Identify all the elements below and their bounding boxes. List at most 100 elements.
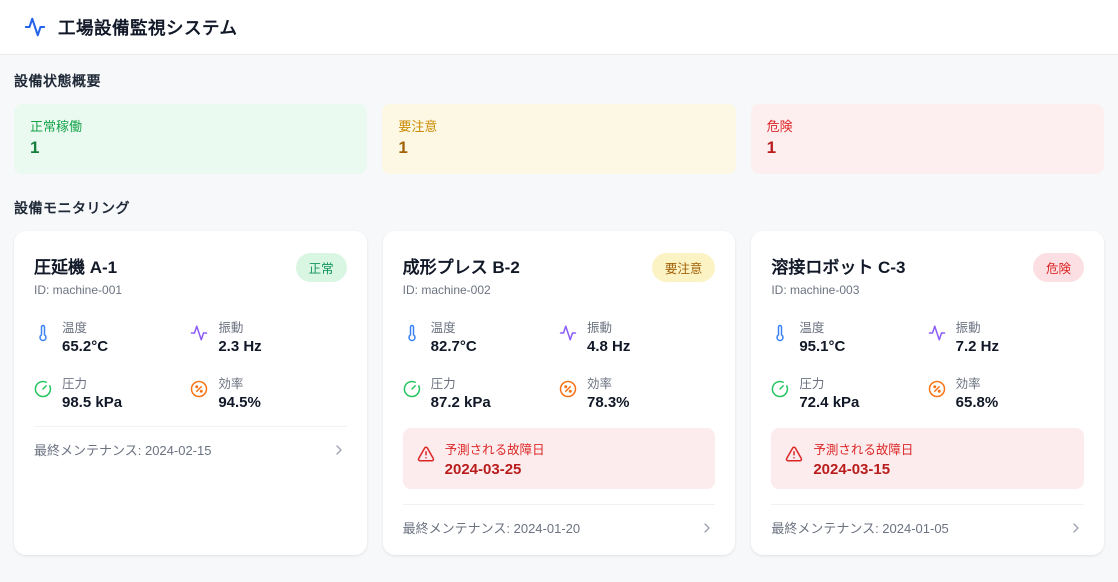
machine-card-header: 成形プレス B-2 ID: machine-002 要注意 bbox=[403, 253, 716, 297]
alert-triangle-icon bbox=[785, 445, 803, 468]
metric-pressure: 圧力 87.2 kPa bbox=[403, 373, 559, 411]
metric-label: 振動 bbox=[586, 321, 612, 335]
metric-vibration: 振動 2.3 Hz bbox=[190, 317, 346, 355]
metric-value: 7.2 Hz bbox=[955, 338, 1000, 355]
metric-vibration: 振動 7.2 Hz bbox=[928, 317, 1084, 355]
machine-name: 成形プレス B-2 bbox=[402, 258, 520, 277]
gauge-icon bbox=[34, 380, 52, 398]
metric-value: 78.3% bbox=[586, 394, 630, 411]
summary-label: 要注意 bbox=[398, 119, 438, 134]
status-badge: 正常 bbox=[295, 253, 347, 282]
metric-temperature: 温度 65.2°C bbox=[34, 317, 190, 355]
metric-label: 温度 bbox=[799, 321, 825, 335]
maintenance-row[interactable]: 最終メンテナンス: 2024-01-20 bbox=[402, 504, 716, 537]
machine-name: 圧延機 A-1 bbox=[34, 258, 118, 277]
metric-label: 効率 bbox=[586, 377, 612, 391]
machine-id: ID: machine-002 bbox=[402, 283, 491, 297]
failure-label: 予測される故障日 bbox=[444, 443, 545, 457]
metric-label: 温度 bbox=[430, 321, 456, 335]
machine-card-c3[interactable]: 溶接ロボット C-3 ID: machine-003 危険 温度 95.1°C bbox=[751, 231, 1104, 555]
metrics-grid: 温度 82.7°C 振動 4.8 Hz 圧力 87.2 kPa 効率 78.3% bbox=[403, 317, 716, 411]
summary-value: 1 bbox=[30, 138, 40, 157]
metric-label: 圧力 bbox=[62, 377, 88, 391]
summary-card-caution: 要注意 1 bbox=[382, 104, 736, 174]
thermometer-icon bbox=[403, 324, 421, 342]
machine-card-a1[interactable]: 圧延機 A-1 ID: machine-001 正常 温度 65.2°C 振動 … bbox=[14, 231, 367, 555]
gauge-icon bbox=[771, 380, 789, 398]
activity-icon bbox=[559, 324, 577, 342]
metric-value: 65.8% bbox=[955, 394, 999, 411]
metric-efficiency: 効率 78.3% bbox=[559, 373, 715, 411]
activity-logo-icon bbox=[24, 16, 46, 38]
metric-vibration: 振動 4.8 Hz bbox=[559, 317, 715, 355]
failure-label: 予測される故障日 bbox=[813, 443, 914, 457]
machine-name: 溶接ロボット C-3 bbox=[771, 258, 906, 277]
summary-card-danger: 危険 1 bbox=[750, 104, 1104, 174]
summary-label: 危険 bbox=[766, 119, 793, 134]
metric-label: 効率 bbox=[955, 377, 981, 391]
machine-id: ID: machine-003 bbox=[771, 283, 860, 297]
metric-value: 72.4 kPa bbox=[799, 394, 860, 411]
metrics-grid: 温度 95.1°C 振動 7.2 Hz 圧力 72.4 kPa 効率 65.8% bbox=[771, 317, 1084, 411]
summary-value: 1 bbox=[398, 138, 408, 157]
overview-section-title: 設備状態概要 bbox=[14, 73, 101, 89]
metric-label: 温度 bbox=[62, 321, 88, 335]
percent-circle-icon bbox=[559, 380, 577, 398]
machine-cards-grid: 圧延機 A-1 ID: machine-001 正常 温度 65.2°C 振動 … bbox=[14, 231, 1104, 555]
maintenance-row[interactable]: 最終メンテナンス: 2024-01-05 bbox=[771, 504, 1084, 537]
failure-prediction-box: 予測される故障日 2024-03-25 bbox=[402, 428, 716, 489]
failure-date: 2024-03-25 bbox=[444, 461, 522, 478]
alert-triangle-icon bbox=[417, 445, 435, 468]
metric-value: 65.2°C bbox=[62, 338, 109, 355]
app-header: 工場設備監視システム bbox=[0, 0, 1118, 55]
chevron-right-icon bbox=[331, 442, 347, 458]
metric-value: 87.2 kPa bbox=[430, 394, 491, 411]
metric-label: 効率 bbox=[218, 377, 244, 391]
activity-icon bbox=[928, 324, 946, 342]
percent-circle-icon bbox=[190, 380, 208, 398]
status-badge: 危険 bbox=[1032, 253, 1084, 282]
failure-date: 2024-03-15 bbox=[813, 461, 891, 478]
monitoring-section-title: 設備モニタリング bbox=[14, 200, 130, 216]
metric-pressure: 圧力 72.4 kPa bbox=[771, 373, 927, 411]
metric-label: 振動 bbox=[218, 321, 244, 335]
metric-value: 82.7°C bbox=[430, 338, 477, 355]
metric-efficiency: 効率 65.8% bbox=[928, 373, 1084, 411]
summary-value: 1 bbox=[766, 138, 777, 157]
metric-label: 圧力 bbox=[799, 377, 825, 391]
chevron-right-icon bbox=[699, 520, 715, 536]
thermometer-icon bbox=[771, 324, 789, 342]
metric-temperature: 温度 82.7°C bbox=[403, 317, 559, 355]
metric-temperature: 温度 95.1°C bbox=[771, 317, 927, 355]
metric-label: 圧力 bbox=[430, 377, 456, 391]
summary-card-normal: 正常稼働 1 bbox=[14, 104, 368, 174]
metric-value: 94.5% bbox=[218, 394, 261, 411]
maintenance-text: 最終メンテナンス: 2024-01-05 bbox=[771, 521, 949, 536]
maintenance-row[interactable]: 最終メンテナンス: 2024-02-15 bbox=[34, 426, 347, 459]
thermometer-icon bbox=[34, 324, 52, 342]
machine-card-b2[interactable]: 成形プレス B-2 ID: machine-002 要注意 温度 82.7°C bbox=[382, 231, 736, 555]
summary-label: 正常稼働 bbox=[30, 119, 83, 134]
machine-id: ID: machine-001 bbox=[34, 283, 123, 297]
maintenance-text: 最終メンテナンス: 2024-02-15 bbox=[34, 443, 212, 458]
gauge-icon bbox=[403, 380, 421, 398]
status-summary-grid: 正常稼働 1 要注意 1 危険 1 bbox=[14, 104, 1104, 174]
metric-label: 振動 bbox=[955, 321, 981, 335]
metric-value: 2.3 Hz bbox=[218, 338, 262, 355]
machine-card-header: 圧延機 A-1 ID: machine-001 正常 bbox=[34, 253, 347, 297]
chevron-right-icon bbox=[1068, 520, 1084, 536]
metric-efficiency: 効率 94.5% bbox=[190, 373, 346, 411]
percent-circle-icon bbox=[928, 380, 946, 398]
metric-pressure: 圧力 98.5 kPa bbox=[34, 373, 190, 411]
metric-value: 95.1°C bbox=[799, 338, 846, 355]
activity-icon bbox=[190, 324, 208, 342]
main-content: 設備状態概要 正常稼働 1 要注意 1 危険 1 設備モニタリング 圧延機 A-… bbox=[0, 55, 1118, 555]
metric-value: 4.8 Hz bbox=[586, 338, 631, 355]
machine-card-header: 溶接ロボット C-3 ID: machine-003 危険 bbox=[771, 253, 1084, 297]
status-badge: 要注意 bbox=[651, 253, 716, 282]
maintenance-text: 最終メンテナンス: 2024-01-20 bbox=[402, 521, 581, 536]
metrics-grid: 温度 65.2°C 振動 2.3 Hz 圧力 98.5 kPa 効率 94.5% bbox=[34, 317, 347, 411]
failure-prediction-box: 予測される故障日 2024-03-15 bbox=[771, 428, 1084, 489]
app-title: 工場設備監視システム bbox=[58, 17, 238, 38]
metric-value: 98.5 kPa bbox=[62, 394, 123, 411]
